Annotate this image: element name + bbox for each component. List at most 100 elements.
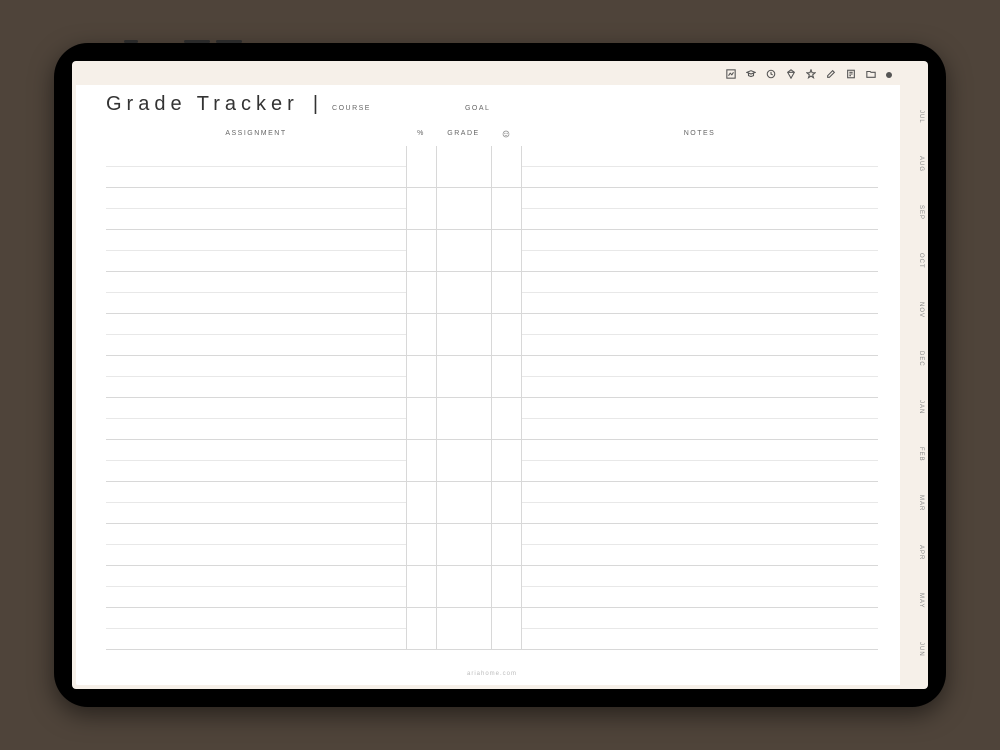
- cell-notes[interactable]: [521, 356, 878, 397]
- cell-grade[interactable]: [436, 398, 491, 439]
- col-percent: %: [406, 130, 436, 140]
- cell-face[interactable]: [491, 356, 521, 397]
- month-tab-oct[interactable]: OCT: [900, 253, 924, 269]
- table-row[interactable]: [106, 524, 878, 566]
- month-tab-feb[interactable]: FEB: [900, 447, 924, 462]
- cell-assign[interactable]: [106, 608, 406, 649]
- table-row[interactable]: [106, 230, 878, 272]
- col-mood: [491, 130, 521, 140]
- cell-assign[interactable]: [106, 398, 406, 439]
- cell-pct[interactable]: [406, 230, 436, 271]
- cell-pct[interactable]: [406, 188, 436, 229]
- table-row[interactable]: [106, 314, 878, 356]
- cell-assign[interactable]: [106, 146, 406, 187]
- month-tab-dec[interactable]: DEC: [900, 351, 924, 367]
- grid[interactable]: [106, 146, 878, 667]
- cell-assign[interactable]: [106, 356, 406, 397]
- col-notes: NOTES: [521, 130, 878, 140]
- table-row[interactable]: [106, 608, 878, 650]
- cell-face[interactable]: [491, 272, 521, 313]
- cell-grade[interactable]: [436, 608, 491, 649]
- cell-notes[interactable]: [521, 608, 878, 649]
- cell-face[interactable]: [491, 230, 521, 271]
- folder-icon[interactable]: [866, 66, 876, 84]
- cell-grade[interactable]: [436, 314, 491, 355]
- chart-icon[interactable]: [726, 66, 736, 84]
- clock-icon[interactable]: [766, 66, 776, 84]
- cell-notes[interactable]: [521, 230, 878, 271]
- cell-face[interactable]: [491, 482, 521, 523]
- month-tab-aug[interactable]: AUG: [900, 156, 924, 172]
- cell-face[interactable]: [491, 566, 521, 607]
- cell-face[interactable]: [491, 398, 521, 439]
- table-row[interactable]: [106, 398, 878, 440]
- cell-pct[interactable]: [406, 272, 436, 313]
- cell-grade[interactable]: [436, 566, 491, 607]
- table-row[interactable]: [106, 440, 878, 482]
- cell-face[interactable]: [491, 146, 521, 187]
- diamond-icon[interactable]: [786, 66, 796, 84]
- cell-assign[interactable]: [106, 272, 406, 313]
- cell-grade[interactable]: [436, 272, 491, 313]
- cell-notes[interactable]: [521, 482, 878, 523]
- cell-pct[interactable]: [406, 482, 436, 523]
- cell-notes[interactable]: [521, 440, 878, 481]
- month-sidebar: JUL AUG SEP OCT NOV DEC JAN FEB MAR APR MAY JUN: [900, 65, 924, 685]
- month-tab-mar[interactable]: MAR: [900, 495, 924, 511]
- cell-assign[interactable]: [106, 566, 406, 607]
- table-row[interactable]: [106, 272, 878, 314]
- cell-pct[interactable]: [406, 440, 436, 481]
- month-tab-jan[interactable]: JAN: [900, 400, 924, 414]
- month-tab-jun[interactable]: JUN: [900, 642, 924, 657]
- toolbar: [76, 65, 900, 85]
- month-tab-nov[interactable]: NOV: [900, 302, 924, 318]
- cell-assign[interactable]: [106, 440, 406, 481]
- cell-notes[interactable]: [521, 314, 878, 355]
- cell-pct[interactable]: [406, 398, 436, 439]
- cell-notes[interactable]: [521, 188, 878, 229]
- cell-face[interactable]: [491, 524, 521, 565]
- cell-grade[interactable]: [436, 482, 491, 523]
- cell-pct[interactable]: [406, 524, 436, 565]
- table-row[interactable]: [106, 566, 878, 608]
- cell-notes[interactable]: [521, 146, 878, 187]
- cell-face[interactable]: [491, 440, 521, 481]
- star-icon[interactable]: [806, 66, 816, 84]
- education-icon[interactable]: [746, 66, 756, 84]
- note-icon[interactable]: [846, 66, 856, 84]
- cell-assign[interactable]: [106, 188, 406, 229]
- cell-notes[interactable]: [521, 398, 878, 439]
- cell-pct[interactable]: [406, 314, 436, 355]
- cell-notes[interactable]: [521, 566, 878, 607]
- cell-grade[interactable]: [436, 524, 491, 565]
- cell-grade[interactable]: [436, 356, 491, 397]
- cell-assign[interactable]: [106, 482, 406, 523]
- cell-grade[interactable]: [436, 440, 491, 481]
- table-row[interactable]: [106, 146, 878, 188]
- cell-notes[interactable]: [521, 524, 878, 565]
- cell-face[interactable]: [491, 314, 521, 355]
- cell-pct[interactable]: [406, 608, 436, 649]
- cell-pct[interactable]: [406, 566, 436, 607]
- cell-grade[interactable]: [436, 146, 491, 187]
- month-tab-apr[interactable]: APR: [900, 545, 924, 560]
- month-tab-may[interactable]: MAY: [900, 593, 924, 609]
- month-tab-sep[interactable]: SEP: [900, 205, 924, 220]
- table-row[interactable]: [106, 356, 878, 398]
- cell-pct[interactable]: [406, 146, 436, 187]
- cell-face[interactable]: [491, 188, 521, 229]
- dot-icon[interactable]: [886, 72, 892, 78]
- table-row[interactable]: [106, 188, 878, 230]
- cell-grade[interactable]: [436, 188, 491, 229]
- cell-assign[interactable]: [106, 314, 406, 355]
- cell-assign[interactable]: [106, 230, 406, 271]
- col-assignment: ASSIGNMENT: [106, 130, 406, 140]
- cell-assign[interactable]: [106, 524, 406, 565]
- table-row[interactable]: [106, 482, 878, 524]
- cell-pct[interactable]: [406, 356, 436, 397]
- month-tab-jul[interactable]: JUL: [900, 110, 924, 124]
- edit-icon[interactable]: [826, 66, 836, 84]
- cell-face[interactable]: [491, 608, 521, 649]
- cell-grade[interactable]: [436, 230, 491, 271]
- cell-notes[interactable]: [521, 272, 878, 313]
